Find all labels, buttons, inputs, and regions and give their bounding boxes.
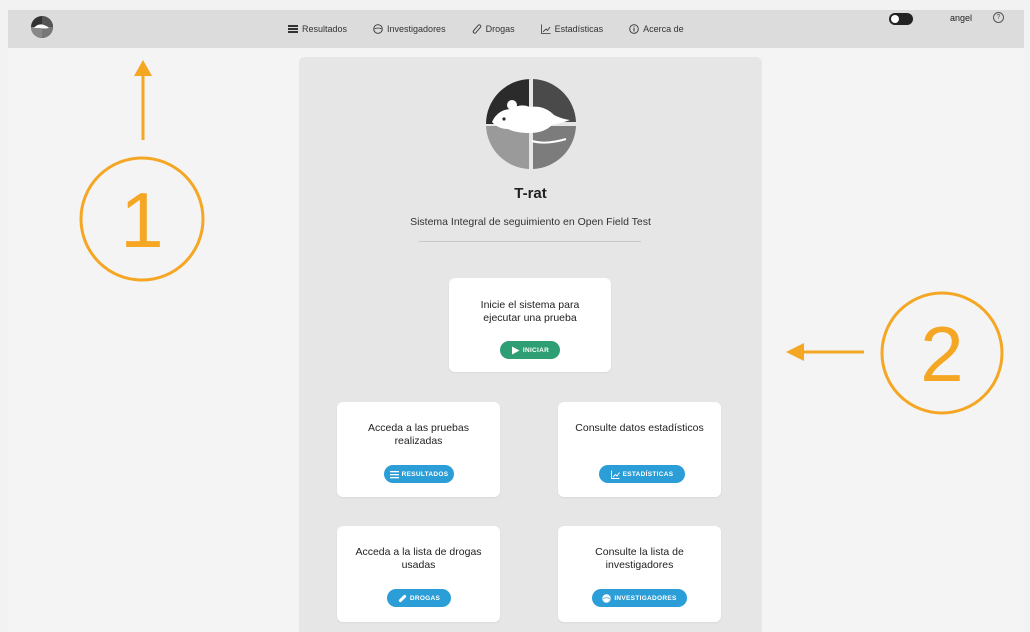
list-icon	[389, 470, 399, 478]
nav-item-label: Estadísticas	[554, 24, 604, 34]
stats-button[interactable]: ESTADÍSTICAS	[599, 465, 685, 483]
list-icon	[288, 25, 298, 33]
start-card: Inicie el sistema para ejecutar una prue…	[449, 278, 611, 372]
nav-item-investigadores[interactable]: Investigadores	[373, 24, 446, 34]
stats-card: Consulte datos estadísticos ESTADÍSTICAS	[558, 402, 721, 497]
chart-icon	[540, 24, 551, 34]
results-card: Acceda a las pruebas realizadas RESULTAD…	[337, 402, 500, 497]
drugs-button[interactable]: DROGAS	[387, 589, 451, 607]
stats-button-label: ESTADÍSTICAS	[622, 470, 674, 478]
people-icon	[373, 24, 383, 34]
help-icon[interactable]: ?	[993, 12, 1004, 23]
researchers-button-label: INVESTIGADORES	[614, 594, 677, 602]
nav-item-label: Resultados	[302, 24, 348, 34]
results-button[interactable]: RESULTADOS	[384, 465, 454, 483]
rat-logo-icon	[486, 79, 576, 169]
divider	[419, 241, 641, 242]
people-icon	[602, 593, 612, 603]
drugs-button-label: DROGAS	[409, 594, 441, 602]
annotation-circle-2: 2	[880, 291, 1004, 415]
results-button-label: RESULTADOS	[401, 470, 449, 478]
researchers-card-text: Consulte la lista de investigadores	[595, 546, 684, 571]
username-label[interactable]: angel	[950, 13, 972, 23]
annotation-number-2: 2	[920, 310, 963, 398]
chart-icon	[610, 470, 620, 479]
help-symbol: ?	[996, 14, 1001, 21]
stats-card-text: Consulte datos estadísticos	[575, 422, 704, 434]
pill-icon	[398, 594, 406, 602]
app-subtitle: Sistema Integral de seguimiento en Open …	[410, 216, 651, 228]
main-nav: Resultados Investigadores Drogas Estadís…	[288, 10, 710, 48]
nav-item-resultados[interactable]: Resultados	[288, 24, 347, 34]
annotation-arrow-up-icon	[134, 60, 152, 140]
nav-item-estadisticas[interactable]: Estadísticas	[540, 24, 604, 34]
results-card-text: Acceda a las pruebas realizadas	[368, 422, 469, 447]
nav-item-acerca-de[interactable]: Acerca de	[629, 24, 684, 34]
start-card-text: Inicie el sistema para ejecutar una prue…	[480, 299, 580, 324]
app-title: T-rat	[514, 185, 547, 202]
play-icon	[511, 346, 520, 354]
nav-item-label: Acerca de	[643, 24, 684, 34]
annotation-arrow-left-icon	[786, 343, 864, 361]
nav-item-drogas[interactable]: Drogas	[472, 24, 515, 34]
drugs-card-text: Acceda a la lista de drogas usadas	[355, 546, 482, 571]
top-navbar: Resultados Investigadores Drogas Estadís…	[8, 10, 1024, 48]
researchers-card: Consulte la lista de investigadores INVE…	[558, 526, 721, 622]
pill-icon	[472, 24, 481, 34]
drugs-card: Acceda a la lista de drogas usadas DROGA…	[337, 526, 500, 622]
start-button[interactable]: INICIAR	[500, 341, 560, 359]
main-panel: T-rat Sistema Integral de seguimiento en…	[299, 57, 762, 632]
researchers-button[interactable]: INVESTIGADORES	[592, 589, 687, 607]
annotation-circle-1: 1	[79, 156, 205, 282]
theme-toggle[interactable]	[889, 13, 913, 25]
nav-item-label: Drogas	[485, 24, 515, 34]
annotation-number-1: 1	[120, 176, 163, 264]
info-icon	[629, 24, 639, 34]
nav-item-label: Investigadores	[387, 24, 446, 34]
start-button-label: INICIAR	[522, 346, 550, 354]
app-logo-icon[interactable]	[30, 15, 54, 39]
